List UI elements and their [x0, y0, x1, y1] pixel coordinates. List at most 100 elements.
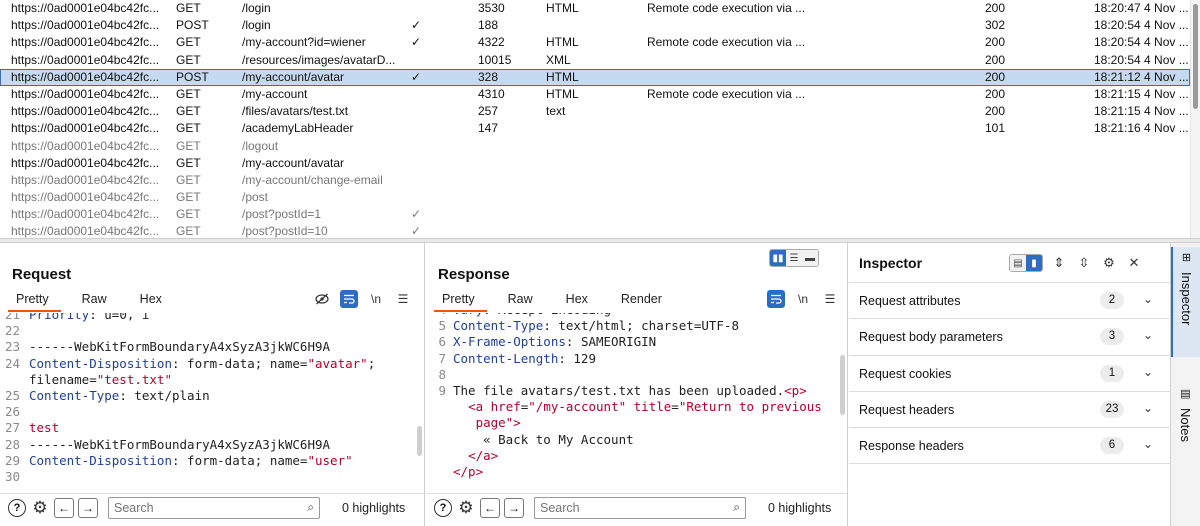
scrollbar-thumb[interactable] — [1193, 4, 1198, 109]
code-token: : text/html; charset=UTF-8 — [543, 318, 739, 334]
inspector-row-response-headers[interactable]: Response headers 6 ⌄ — [849, 428, 1170, 465]
arrow-left-icon[interactable]: ← — [480, 497, 500, 518]
inspector-row-request-attributes[interactable]: Request attributes 2 ⌄ — [849, 283, 1170, 320]
table-row[interactable]: https://0ad0001e04bc42fc... GET/my-accoun… — [0, 86, 1190, 103]
menu-icon[interactable]: ☰ — [394, 290, 412, 308]
request-search-field[interactable]: ⌕ — [108, 496, 320, 519]
status-cell: 200 — [985, 52, 1006, 67]
table-row[interactable]: https://0ad0001e04bc42fc... GET/my-accoun… — [0, 34, 1190, 51]
table-row[interactable]: https://0ad0001e04bc42fc... GET/academyLa… — [0, 120, 1190, 137]
tab-hex[interactable]: Hex — [132, 291, 170, 309]
table-row[interactable]: https://0ad0001e04bc42fc... GET/post — [0, 189, 1190, 206]
side-tab-inspector[interactable]: ⊞ Inspector — [1171, 247, 1200, 357]
tab-pretty[interactable]: Pretty — [8, 291, 61, 312]
arrow-right-icon[interactable]: → — [78, 497, 98, 518]
code-line: « Back to My Account — [453, 432, 634, 448]
history-rows: https://0ad0001e04bc42fc... GET/login 3530… — [0, 0, 1190, 240]
title-cell: Remote code execution via ... — [647, 1, 806, 15]
url-cell: /my-account/avatar — [242, 155, 345, 170]
response-search-field[interactable]: ⌕ — [534, 496, 746, 519]
tab-render[interactable]: Render — [613, 291, 670, 309]
code-token: The file avatars/test.txt has been uploa… — [453, 383, 785, 398]
table-row[interactable]: https://0ad0001e04bc42fc... GET/post?post… — [0, 206, 1190, 223]
code-token: <a — [468, 399, 491, 415]
table-row[interactable]: https://0ad0001e04bc42fc... GET/logout — [0, 138, 1190, 155]
help-icon[interactable]: ? — [8, 498, 26, 517]
split-vertical-icon[interactable]: ☰ — [786, 250, 802, 266]
status-cell: 101 — [985, 121, 1006, 136]
line-number: 9 — [438, 383, 446, 398]
gear-icon[interactable]: ⚙ — [456, 498, 476, 518]
side-tab-notes[interactable]: ▤ Notes — [1171, 383, 1200, 463]
request-editor[interactable]: 21 Priority: u=0, i 22 23 ------WebKitFormBo… — [0, 313, 418, 483]
table-row[interactable]: https://0ad0001e04bc42fc... GET/files/ava… — [0, 103, 1190, 120]
code-token: : SAMEORIGIN — [565, 334, 657, 350]
edited-check: ✓ — [411, 35, 422, 50]
single-view-icon[interactable]: ▬ — [802, 250, 818, 266]
response-editor-tools: \n ☰ — [758, 290, 839, 308]
inspector-layout-toggle[interactable]: ▤ ▮ — [1009, 254, 1043, 272]
collapse-all-icon[interactable]: ⇳ — [1075, 254, 1093, 272]
wrap-lines-icon[interactable] — [340, 290, 358, 308]
table-row[interactable]: https://0ad0001e04bc42fc... GET/my-accoun… — [0, 155, 1190, 172]
inspector-title: Inspector — [859, 255, 923, 271]
request-editor-scrollbar[interactable] — [417, 426, 422, 456]
inspector-row-request-cookies[interactable]: Request cookies 1 ⌄ — [849, 356, 1170, 392]
table-row[interactable]: https://0ad0001e04bc42fc... GET/login 3530… — [0, 0, 1190, 17]
tab-pretty[interactable]: Pretty — [434, 291, 487, 312]
table-row[interactable]: https://0ad0001e04bc42fc... GET/my-accoun… — [0, 172, 1190, 189]
time-cell: 18:20:54 4 Nov ... — [1094, 35, 1189, 50]
chevron-down-icon[interactable]: ⌄ — [1143, 437, 1153, 451]
response-editor-scrollbar[interactable] — [840, 355, 845, 415]
response-search-input[interactable] — [535, 497, 745, 518]
method-cell: POST — [176, 69, 209, 84]
newline-toggle[interactable]: \n — [367, 290, 385, 308]
url-cell: /files/avatars/test.txt — [242, 104, 349, 119]
method-cell: GET — [176, 86, 201, 101]
request-search-input[interactable] — [109, 497, 319, 518]
layout-list-icon[interactable]: ▤ — [1010, 255, 1026, 271]
table-row[interactable]: https://0ad0001e04bc42fc... POST/login ✓ 18… — [0, 17, 1190, 34]
arrow-right-icon[interactable]: → — [504, 497, 524, 518]
layout-toggle[interactable]: ▮▮ ☰ ▬ — [769, 249, 819, 267]
line-number: 30 — [4, 469, 20, 483]
chevron-down-icon[interactable]: ⌄ — [1143, 292, 1153, 306]
chevron-down-icon[interactable]: ⌄ — [1143, 401, 1153, 415]
history-scrollbar[interactable] — [1190, 0, 1200, 240]
help-icon[interactable]: ? — [434, 498, 452, 517]
response-pane: Response ▮▮ ☰ ▬ Pretty Raw Hex Render \n… — [426, 243, 848, 526]
mime-cell: HTML — [546, 35, 579, 50]
code-token: </p> — [453, 464, 484, 479]
table-row[interactable]: https://0ad0001e04bc42fc... POST/my-accou… — [0, 68, 1190, 86]
split-horizontal-icon[interactable]: ▮▮ — [770, 250, 786, 266]
hide-nonprintable-icon[interactable] — [313, 290, 331, 308]
newline-toggle[interactable]: \n — [794, 290, 812, 308]
url-cell: /logout — [242, 138, 279, 153]
code-token: Content-Disposition — [29, 355, 172, 371]
code-token: : Accept-Encoding — [483, 313, 611, 317]
tab-raw[interactable]: Raw — [74, 291, 115, 309]
response-editor[interactable]: 4Vary: Accept-Encoding5Content-Type: tex… — [426, 313, 841, 483]
gear-icon[interactable]: ⚙ — [30, 498, 50, 518]
tab-hex[interactable]: Hex — [558, 291, 596, 309]
expand-all-icon[interactable]: ⇕ — [1050, 254, 1068, 272]
inspector-row-request-headers[interactable]: Request headers 23 ⌄ — [849, 392, 1170, 429]
gear-icon[interactable]: ⚙ — [1100, 254, 1118, 272]
code-token: test — [29, 420, 60, 436]
wrap-lines-icon[interactable] — [767, 290, 785, 308]
tab-raw[interactable]: Raw — [500, 291, 541, 309]
length-cell: 4322 — [478, 35, 505, 50]
close-icon[interactable]: ✕ — [1125, 254, 1143, 272]
time-cell: 18:21:15 4 Nov ... — [1094, 86, 1189, 101]
count-badge: 1 — [1100, 364, 1124, 382]
chevron-down-icon[interactable]: ⌄ — [1143, 365, 1153, 379]
arrow-left-icon[interactable]: ← — [54, 497, 74, 518]
inspector-row-request-body-parameters[interactable]: Request body parameters 3 ⌄ — [849, 319, 1170, 356]
code-line: Content-Type: text/html; charset=UTF-8 — [453, 318, 739, 334]
chevron-down-icon[interactable]: ⌄ — [1143, 328, 1153, 342]
host-cell: https://0ad0001e04bc42fc... — [11, 18, 160, 33]
table-row[interactable]: https://0ad0001e04bc42fc... GET/resources… — [0, 52, 1190, 69]
edited-check: ✓ — [411, 18, 422, 33]
menu-icon[interactable]: ☰ — [821, 290, 839, 308]
layout-panel-icon[interactable]: ▮ — [1026, 255, 1042, 271]
